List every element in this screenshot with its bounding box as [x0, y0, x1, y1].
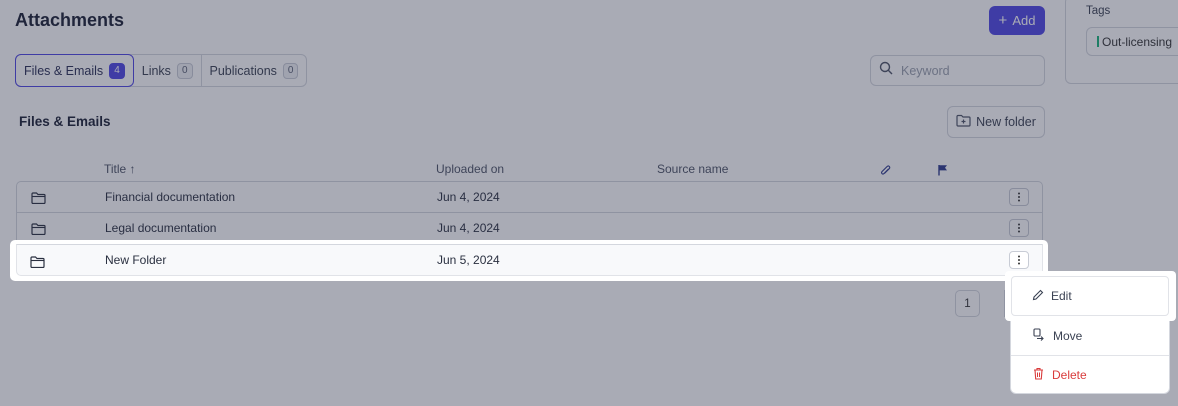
menu-item-label: Delete: [1052, 367, 1087, 382]
tag-chip[interactable]: Out-licensing: [1086, 27, 1178, 56]
new-folder-button[interactable]: New folder: [947, 106, 1045, 138]
row-uploaded: Jun 4, 2024: [437, 190, 500, 204]
paperclip-icon: [880, 164, 891, 180]
kebab-icon[interactable]: [1009, 188, 1029, 206]
folder-icon: [31, 222, 46, 240]
table-row[interactable]: Financial documentation Jun 4, 2024: [17, 182, 1042, 213]
highlighted-row[interactable]: New Folder Jun 5, 2024: [10, 240, 1048, 281]
search-input[interactable]: [901, 63, 1031, 78]
tab-label: Publications: [209, 63, 277, 78]
move-icon: [1033, 327, 1045, 344]
row-uploaded: Jun 4, 2024: [437, 221, 500, 235]
section-title: Files & Emails: [19, 114, 111, 129]
tab-label: Files & Emails: [24, 63, 104, 78]
add-button[interactable]: + Add: [989, 6, 1045, 35]
trash-icon: [1033, 367, 1044, 383]
page-title: Attachments: [15, 10, 125, 30]
table-row[interactable]: New Folder Jun 5, 2024: [16, 244, 1043, 276]
menu-item-label: Edit: [1051, 289, 1072, 303]
tags-panel: Tags Out-licensing: [1065, 0, 1178, 84]
column-header-uploaded[interactable]: Uploaded on: [436, 162, 504, 176]
new-folder-label: New folder: [976, 115, 1036, 129]
folder-icon: [30, 255, 45, 273]
menu-item-edit[interactable]: Edit: [1011, 276, 1169, 316]
tab-count-badge: 0: [176, 62, 193, 79]
folder-icon: [31, 191, 46, 209]
tag-chip-label: Out-licensing: [1102, 34, 1173, 49]
search-box: [870, 55, 1045, 86]
folder-plus-icon: [956, 114, 971, 130]
tab-count-badge: 0: [282, 62, 299, 79]
plus-icon: +: [998, 12, 1008, 29]
tab-links[interactable]: Links 0: [134, 55, 202, 86]
kebab-icon[interactable]: [1009, 251, 1029, 269]
menu-item-delete[interactable]: Delete: [1011, 355, 1169, 394]
tag-color-bar: [1097, 36, 1099, 47]
row-uploaded: Jun 5, 2024: [437, 253, 500, 267]
tab-count-badge: 4: [109, 62, 125, 79]
attachment-tabs: Files & Emails 4 Links 0 Publications 0: [15, 54, 308, 87]
attachments-page: Attachments + Add Files & Emails 4 Links…: [0, 0, 1178, 406]
tab-label: Links: [141, 63, 171, 78]
tab-publications[interactable]: Publications 0: [202, 55, 307, 86]
menu-item-edit-highlight[interactable]: Edit: [1005, 271, 1176, 321]
page-button[interactable]: 1: [955, 290, 980, 317]
search-icon: [879, 61, 893, 80]
row-title[interactable]: New Folder: [105, 253, 166, 267]
add-button-label: Add: [1012, 13, 1036, 28]
row-title[interactable]: Legal documentation: [105, 221, 216, 235]
tab-files-emails[interactable]: Files & Emails 4: [15, 54, 134, 87]
column-header-title[interactable]: Title ↑: [104, 162, 136, 176]
row-title[interactable]: Financial documentation: [105, 190, 235, 204]
tags-label: Tags: [1086, 5, 1111, 17]
menu-item-move[interactable]: Move: [1011, 316, 1169, 355]
menu-item-label: Move: [1053, 328, 1083, 343]
pencil-icon: [1032, 289, 1044, 304]
column-header-source[interactable]: Source name: [657, 162, 728, 176]
kebab-icon[interactable]: [1009, 219, 1029, 237]
flag-icon: [938, 164, 948, 179]
